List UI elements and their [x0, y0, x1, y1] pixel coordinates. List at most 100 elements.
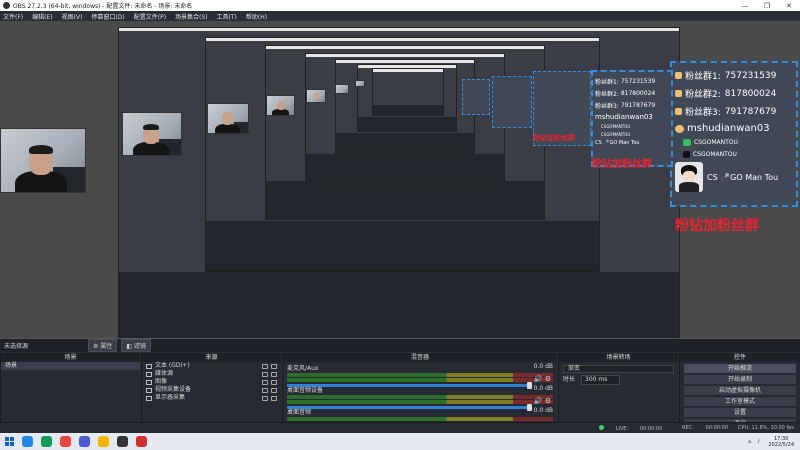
- menu-edit[interactable]: 编辑(E): [32, 12, 52, 21]
- image-icon: [146, 379, 152, 385]
- status-bar: LIVE: 00:00:00 REC: 00:00:00 CPU: 11.8%,…: [0, 422, 800, 433]
- eye-icon[interactable]: [262, 395, 268, 401]
- wechat-handle: mshudianwan03: [687, 123, 770, 134]
- lock-icon[interactable]: [271, 395, 277, 401]
- user-icon: [675, 90, 682, 97]
- source-item[interactable]: 显示器采集: [142, 394, 281, 402]
- user-icon: [675, 72, 682, 79]
- eye-icon[interactable]: [262, 363, 268, 369]
- scenes-header: 场景: [1, 353, 140, 362]
- mirror-frame: [372, 68, 444, 116]
- shield-icon[interactable]: [79, 436, 90, 447]
- audio-meter: [287, 400, 553, 404]
- duration-row: 时长 300 ms: [559, 375, 678, 385]
- chrome-colored-icon[interactable]: [98, 436, 109, 447]
- webcam-capture: [306, 89, 326, 103]
- source-item[interactable]: 文本 (GDI+): [142, 362, 281, 370]
- duration-input[interactable]: 300 ms: [581, 375, 621, 385]
- audio-meter: [287, 395, 553, 399]
- menu-docks[interactable]: 停靠窗口(D): [91, 12, 124, 21]
- record-icon[interactable]: [136, 436, 147, 447]
- avatar-caption: CS 🎤GO Man Tou: [707, 172, 779, 182]
- network-icon[interactable]: ⌂: [748, 439, 751, 445]
- speaker-icon[interactable]: 🔊 ⚙: [534, 397, 551, 405]
- window-title: OBS 27.2.3 (64-bit, windows) - 配置文件: 未命名…: [13, 3, 193, 10]
- text-icon: [146, 363, 152, 369]
- lock-icon[interactable]: [271, 371, 277, 377]
- menu-profile[interactable]: 配置文件(P): [134, 12, 166, 21]
- douyin-icon: [683, 151, 690, 158]
- menu-scene-collection[interactable]: 场景集合(S): [175, 12, 208, 21]
- audio-meter: [287, 417, 553, 421]
- wechat-small-handle: CSGOMANTOU: [694, 139, 738, 146]
- live-status: LIVE: 00:00:00: [589, 424, 662, 432]
- monitor-icon: [146, 395, 152, 401]
- audio-meter: [287, 378, 553, 382]
- start-recording-button[interactable]: 开始录制: [684, 375, 796, 384]
- rec-status: REC: 00:00:00: [682, 425, 729, 431]
- mixer-header: 混音器: [283, 353, 557, 362]
- volume-icon[interactable]: ♪: [757, 439, 760, 445]
- menu-bar: 文件(F) 编辑(E) 视图(V) 停靠窗口(D) 配置文件(P) 场景集合(S…: [0, 11, 800, 21]
- webcam-capture: [122, 112, 182, 156]
- menu-file[interactable]: 文件(F): [3, 12, 23, 21]
- webcam-capture: [355, 80, 365, 87]
- transition-select[interactable]: 渐变: [563, 365, 674, 373]
- scene-item[interactable]: 场景: [1, 362, 140, 370]
- lock-icon[interactable]: [271, 387, 277, 393]
- windows-start-icon[interactable]: [5, 437, 14, 446]
- close-button[interactable]: ✕: [778, 2, 800, 10]
- fan-banner: 粉钻加粉丝群: [675, 218, 759, 234]
- lock-icon[interactable]: [271, 363, 277, 369]
- fan-banner-mirror: 粉钻加粉丝群: [533, 134, 575, 142]
- webcam-capture: [335, 84, 349, 94]
- edge-icon[interactable]: [41, 436, 52, 447]
- title-bar: OBS 27.2.3 (64-bit, windows) - 配置文件: 未命名…: [0, 0, 800, 11]
- obs-icon[interactable]: [117, 436, 128, 447]
- properties-button[interactable]: ⚙ 属性: [88, 339, 118, 352]
- avatar: [675, 162, 703, 192]
- cpu-status: CPU: 11.8%, 30.00 fps: [738, 425, 794, 431]
- preview-canvas[interactable]: 粉丝群1: 757231539 粉丝群2: 817800024 粉丝群3: 79…: [0, 21, 800, 338]
- system-tray: ⌂ ♪: [742, 439, 760, 445]
- eye-icon[interactable]: [262, 387, 268, 393]
- speaker-icon[interactable]: 🔊 ⚙: [534, 375, 551, 383]
- fan-group-number: 817800024: [724, 88, 777, 99]
- controls-dock: 控件 开始推流 开始录制 启动虚拟摄像机 工作室模式 设置 退出: [679, 353, 800, 433]
- chrome-icon[interactable]: [60, 436, 71, 447]
- transitions-dock: 场景转场 渐变 时长 300 ms: [558, 353, 678, 433]
- explorer-icon[interactable]: [22, 436, 33, 447]
- controls-header: 控件: [680, 353, 800, 362]
- clock-date: 2022/5/24: [768, 441, 794, 448]
- source-item[interactable]: 视频采集设备: [142, 386, 281, 394]
- mixer-channel: 麦克风/Aux 0.0 dB 🔊 ⚙: [283, 362, 557, 389]
- camera-icon: [146, 387, 152, 393]
- audio-meter: [287, 373, 553, 377]
- fan-group-panel: 粉丝群1: 757231539 粉丝群2: 817800024 粉丝群3: 79…: [670, 61, 798, 207]
- menu-help[interactable]: 帮助(H): [246, 12, 267, 21]
- studio-mode-button[interactable]: 工作室模式: [684, 397, 796, 406]
- taskbar-clock[interactable]: 17:30 2022/5/24: [768, 436, 794, 448]
- menu-view[interactable]: 视图(V): [62, 12, 83, 21]
- eye-icon[interactable]: [262, 379, 268, 385]
- sources-dock: 来源 文本 (GDI+) 媒体源 图像 视频采集设备 显示器采集 + − ⚙ ∧…: [141, 353, 281, 433]
- lock-icon[interactable]: [271, 379, 277, 385]
- menu-tools[interactable]: 工具(T): [217, 12, 237, 21]
- filters-button[interactable]: ◧ 滤镜: [121, 339, 151, 352]
- fan-group-panel-mirror: 粉丝群1: 757231539 粉丝群2: 817800024 粉丝群3: 79178…: [591, 70, 673, 167]
- sources-header: 来源: [142, 353, 281, 362]
- webcam-capture: [207, 103, 249, 134]
- fan-group-number: 757231539: [724, 70, 777, 81]
- start-virtual-camera-button[interactable]: 启动虚拟摄像机: [684, 386, 796, 395]
- no-source-label: 未选择源: [4, 343, 29, 350]
- fan-group-panel-mirror: [492, 76, 532, 128]
- eye-icon[interactable]: [262, 371, 268, 377]
- start-streaming-button[interactable]: 开始推流: [684, 364, 796, 373]
- docks-area: 未选择源 ⚙ 属性 ◧ 滤镜 场景 场景 + − ∧ ∨ 来源 文本 (GDI+…: [0, 338, 800, 433]
- source-item[interactable]: 图像: [142, 378, 281, 386]
- source-item[interactable]: 媒体源: [142, 370, 281, 378]
- settings-button[interactable]: 设置: [684, 408, 796, 417]
- source-toolbar: 未选择源 ⚙ 属性 ◧ 滤镜: [0, 338, 800, 352]
- minimize-button[interactable]: —: [734, 2, 756, 10]
- maximize-button[interactable]: ❐: [756, 2, 778, 10]
